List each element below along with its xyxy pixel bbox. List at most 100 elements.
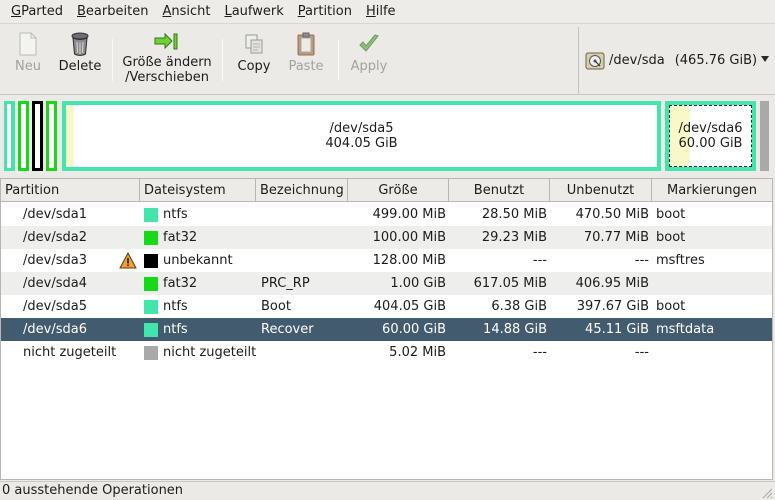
trash-icon: [66, 29, 94, 59]
cell-label: PRC_RP: [261, 276, 310, 291]
filesystem-color-swatch: [144, 300, 158, 314]
dropdown-arrow-icon: [761, 56, 769, 62]
table-row[interactable]: /dev/sda5 ntfs Boot 404.05 GiB 6.38 GiB 397.6…: [1, 295, 772, 318]
cell-unused: 397.67 GiB: [576, 299, 649, 314]
clipboard-icon: [292, 29, 320, 59]
cell-partition: /dev/sda5: [23, 299, 87, 314]
filesystem-color-swatch: [144, 231, 158, 245]
resize-move-label-line2: /Verschieben: [125, 70, 209, 85]
partition-map: /dev/sda5 404.05 GiB /dev/sda6 60.00 GiB: [0, 96, 775, 176]
menu-label-rest: nsicht: [171, 3, 211, 19]
table-row[interactable]: /dev/sda4 fat32 PRC_RP 1.00 GiB 617.05 MiB 40…: [1, 272, 772, 295]
cell-fs: ntfs: [163, 322, 188, 337]
menu-bearbeiten[interactable]: Bearbeiten: [70, 0, 155, 24]
device-selector[interactable]: /dev/sda (465.76 GiB): [578, 27, 775, 94]
filesystem-color-swatch: [144, 277, 158, 291]
table-row[interactable]: /dev/sda3 unbekannt 128.00 MiB --- --- msftre…: [1, 249, 772, 272]
cell-partition: /dev/sda3: [23, 253, 87, 268]
menu-mnemonic: H: [365, 3, 376, 19]
cell-fs: fat32: [163, 230, 198, 245]
partition-segment-sda2[interactable]: [18, 101, 29, 171]
filesystem-color-swatch: [144, 346, 158, 360]
table-row[interactable]: /dev/sda1 ntfs 499.00 MiB 28.50 MiB 470.50 M…: [1, 203, 772, 226]
cell-size: 5.02 MiB: [389, 345, 446, 360]
partition-segment-sda5[interactable]: /dev/sda5 404.05 GiB: [62, 101, 661, 171]
resize-arrow-icon: [153, 29, 181, 55]
cell-size: 100.00 MiB: [372, 230, 446, 245]
apply-button[interactable]: Apply: [346, 29, 392, 91]
copy-button[interactable]: Copy: [230, 29, 278, 91]
menu-mnemonic: L: [224, 3, 232, 19]
cell-label: Boot: [261, 299, 291, 314]
cell-unused: 45.11 GiB: [585, 322, 649, 337]
delete-button[interactable]: Delete: [54, 29, 106, 91]
paste-button[interactable]: Paste: [282, 29, 330, 91]
statusbar: 0 ausstehende Operationen: [0, 481, 775, 500]
menu-mnemonic: P: [297, 3, 306, 19]
sda5-map-size: 404.05 GiB: [325, 136, 398, 151]
filesystem-color-swatch: [144, 208, 158, 222]
device-path: /dev/sda: [609, 53, 665, 68]
column-header-filesystem[interactable]: Dateisystem: [140, 179, 256, 202]
cell-unused: ---: [634, 253, 649, 268]
sda5-map-name: /dev/sda5: [329, 121, 394, 136]
cell-fs: fat32: [163, 276, 198, 291]
column-header-flags[interactable]: Markierungen: [652, 179, 772, 202]
menubar: GParted Bearbeiten Ansicht Laufwerk Partitio…: [0, 0, 775, 24]
sda6-map-size: 60.00 GiB: [678, 136, 743, 151]
table-row[interactable]: /dev/sda6 ntfs Recover 60.00 GiB 14.88 GiB 45…: [1, 318, 772, 341]
column-header-unused[interactable]: Unbenutzt: [550, 179, 652, 202]
sda6-map-name: /dev/sda6: [678, 121, 743, 136]
apply-button-label: Apply: [350, 59, 388, 74]
cell-unused: 470.50 MiB: [575, 207, 649, 222]
resize-move-button[interactable]: Größe ändern /Verschieben: [118, 29, 216, 91]
partition-segment-sda4[interactable]: [46, 101, 57, 171]
cell-flags: [656, 272, 768, 295]
menu-gparted[interactable]: GParted: [4, 0, 70, 24]
resize-grip-icon[interactable]: [759, 485, 773, 499]
column-header-used[interactable]: Benutzt: [449, 179, 550, 202]
column-header-partition[interactable]: Partition: [1, 179, 140, 202]
cell-flags: boot: [656, 207, 686, 222]
partition-segment-sda6[interactable]: /dev/sda6 60.00 GiB: [665, 101, 756, 171]
cell-flags: boot: [656, 299, 686, 314]
column-header-size[interactable]: Größe: [348, 179, 449, 202]
cell-flags: [656, 341, 768, 364]
menu-label-rest: artition: [305, 3, 352, 19]
table-row[interactable]: /dev/sda2 fat32 100.00 MiB 29.23 MiB 70.77 M…: [1, 226, 772, 249]
table-header: Partition Dateisystem Bezeichnung Größe …: [1, 179, 772, 202]
table-row[interactable]: nicht zugeteilt nicht zugeteilt 5.02 MiB --…: [1, 341, 772, 364]
menu-label-rest: aufwerk: [231, 3, 284, 19]
column-header-label[interactable]: Bezeichnung: [256, 179, 348, 202]
cell-partition: /dev/sda2: [23, 230, 87, 245]
partition-segment-sda1[interactable]: [4, 101, 15, 171]
cell-label: Recover: [261, 322, 314, 337]
pending-operations-text: 0 ausstehende Operationen: [2, 483, 184, 498]
cell-partition: /dev/sda4: [23, 276, 87, 291]
menu-hilfe[interactable]: Hilfe: [359, 0, 403, 24]
cell-partition: nicht zugeteilt: [23, 345, 117, 360]
cell-size: 499.00 MiB: [372, 207, 446, 222]
new-button-label: Neu: [15, 59, 41, 74]
partition-segment-unallocated[interactable]: [760, 101, 769, 171]
new-button[interactable]: Neu: [6, 29, 50, 91]
cell-unused: 70.77 MiB: [583, 230, 649, 245]
copy-button-label: Copy: [237, 59, 271, 74]
menu-ansicht[interactable]: Ansicht: [155, 0, 217, 24]
menu-label-rest: Parted: [21, 3, 63, 19]
partition-segment-sda3[interactable]: [32, 101, 43, 171]
cell-partition: /dev/sda6: [23, 322, 87, 337]
toolbar-separator: [222, 39, 223, 81]
partition-table: Partition Dateisystem Bezeichnung Größe …: [0, 178, 773, 480]
cell-label: [261, 341, 347, 364]
cell-flags: msftdata: [656, 322, 715, 337]
cell-flags: boot: [656, 230, 686, 245]
menu-laufwerk[interactable]: Laufwerk: [217, 0, 290, 24]
cell-used: 14.88 GiB: [483, 322, 547, 337]
resize-move-label-line1: Größe ändern: [122, 55, 212, 70]
cell-label: [261, 203, 347, 226]
menu-partition[interactable]: Partition: [291, 0, 359, 24]
cell-partition: /dev/sda1: [23, 207, 87, 222]
delete-button-label: Delete: [58, 59, 102, 74]
cell-label: [261, 226, 347, 249]
